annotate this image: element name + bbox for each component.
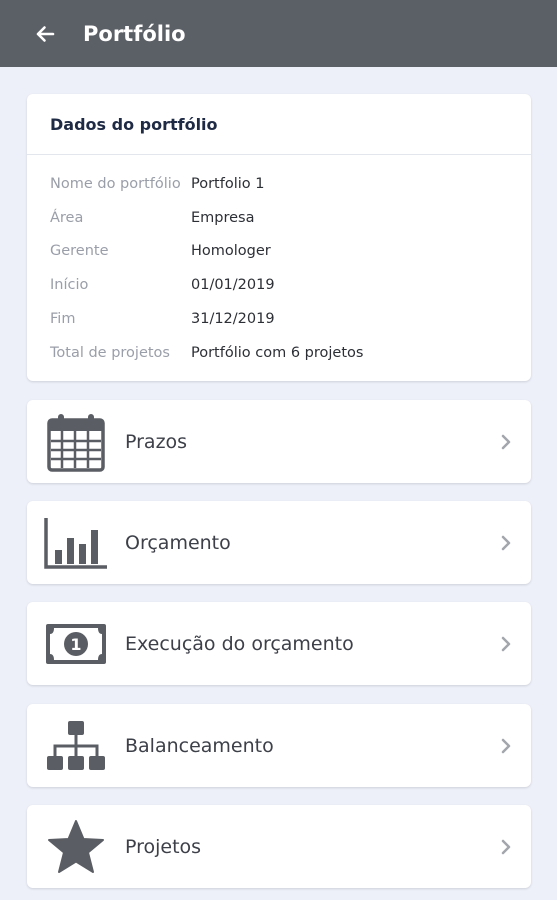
info-list: Nome do portfólio Portfolio 1 Área Empre…	[27, 155, 531, 370]
info-value: 31/12/2019	[191, 311, 275, 328]
svg-text:1: 1	[70, 635, 81, 654]
info-value: Portfólio com 6 projetos	[191, 344, 364, 361]
arrow-left-icon	[36, 25, 55, 42]
app-bar: Portfólio	[0, 0, 557, 67]
chevron-right-icon	[501, 535, 511, 550]
chevron-right-icon	[501, 738, 511, 753]
calendar-icon	[47, 413, 105, 472]
menu-item-projetos[interactable]: Projetos	[27, 805, 531, 888]
info-card-title: Dados do portfólio	[27, 94, 531, 155]
menu-item-label: Balanceamento	[125, 734, 274, 757]
menu-item-balanceamento[interactable]: Balanceamento	[27, 704, 531, 787]
chevron-right-icon	[501, 636, 511, 651]
info-label: Área	[50, 209, 84, 226]
info-value: 01/01/2019	[191, 277, 275, 294]
info-label: Total de projetos	[50, 344, 170, 361]
info-value: Homologer	[191, 243, 271, 260]
back-button[interactable]	[25, 14, 65, 54]
info-value: Empresa	[191, 209, 255, 226]
menu-item-prazos[interactable]: Prazos	[27, 400, 531, 483]
menu-item-label: Prazos	[125, 430, 188, 453]
bar-chart-icon	[44, 517, 107, 569]
hierarchy-icon	[47, 720, 105, 770]
menu-item-label: Projetos	[125, 835, 202, 858]
menu-item-label: Orçamento	[125, 531, 231, 554]
info-row-area: Área Empresa	[27, 201, 531, 235]
info-row-manager: Gerente Homologer	[27, 235, 531, 269]
info-label: Início	[50, 277, 89, 294]
page-title: Portfólio	[83, 21, 186, 46]
menu-item-execucao-orcamento[interactable]: 1 Execução do orçamento	[27, 602, 531, 685]
chevron-right-icon	[501, 434, 511, 449]
money-bill-icon: 1	[46, 623, 106, 664]
info-row-start: Início 01/01/2019	[27, 268, 531, 302]
chevron-right-icon	[501, 839, 511, 854]
menu-item-orcamento[interactable]: Orçamento	[27, 501, 531, 584]
portfolio-info-card: Dados do portfólio Nome do portfólio Por…	[27, 94, 531, 381]
info-row-end: Fim 31/12/2019	[27, 302, 531, 336]
info-value: Portfolio 1	[191, 175, 265, 192]
star-icon	[48, 819, 104, 873]
info-row-name: Nome do portfólio Portfolio 1	[27, 167, 531, 201]
info-row-total-projects: Total de projetos Portfólio com 6 projet…	[27, 336, 531, 370]
info-label: Fim	[50, 311, 76, 328]
info-label: Gerente	[50, 243, 109, 260]
menu-item-label: Execução do orçamento	[125, 632, 354, 655]
info-label: Nome do portfólio	[50, 175, 181, 192]
